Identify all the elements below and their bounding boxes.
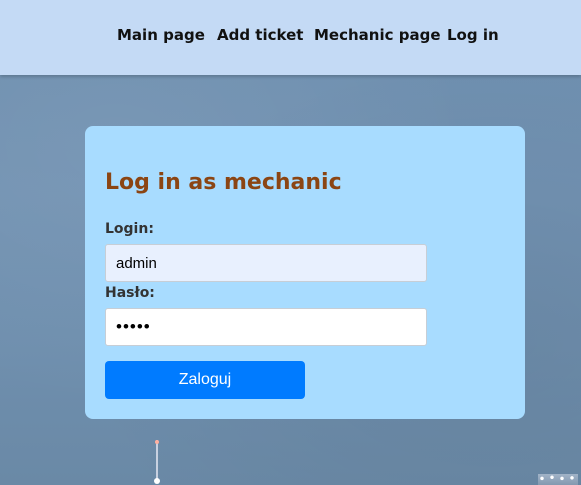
login-card-title: Log in as mechanic (105, 170, 342, 195)
background-city-lights (538, 474, 578, 485)
top-navbar: Main page Add ticket Mechanic page Log i… (0, 0, 581, 75)
nav-link-log-in[interactable]: Log in (447, 26, 499, 44)
login-card: Log in as mechanic Login: Hasło: Zaloguj (85, 126, 525, 419)
nav-link-add-ticket[interactable]: Add ticket (217, 26, 303, 44)
password-input[interactable] (105, 308, 427, 346)
nav-link-mechanic-page[interactable]: Mechanic page (314, 26, 441, 44)
login-input[interactable] (105, 244, 427, 282)
page-background: Main page Add ticket Mechanic page Log i… (0, 0, 581, 485)
login-submit-button[interactable]: Zaloguj (105, 361, 305, 399)
nav-link-main-page[interactable]: Main page (117, 26, 205, 44)
password-field-label: Hasło: (105, 285, 155, 301)
background-antenna-light (155, 440, 159, 444)
background-antenna-light (154, 478, 160, 484)
background-antenna-mast (156, 440, 158, 480)
login-field-label: Login: (105, 221, 154, 237)
